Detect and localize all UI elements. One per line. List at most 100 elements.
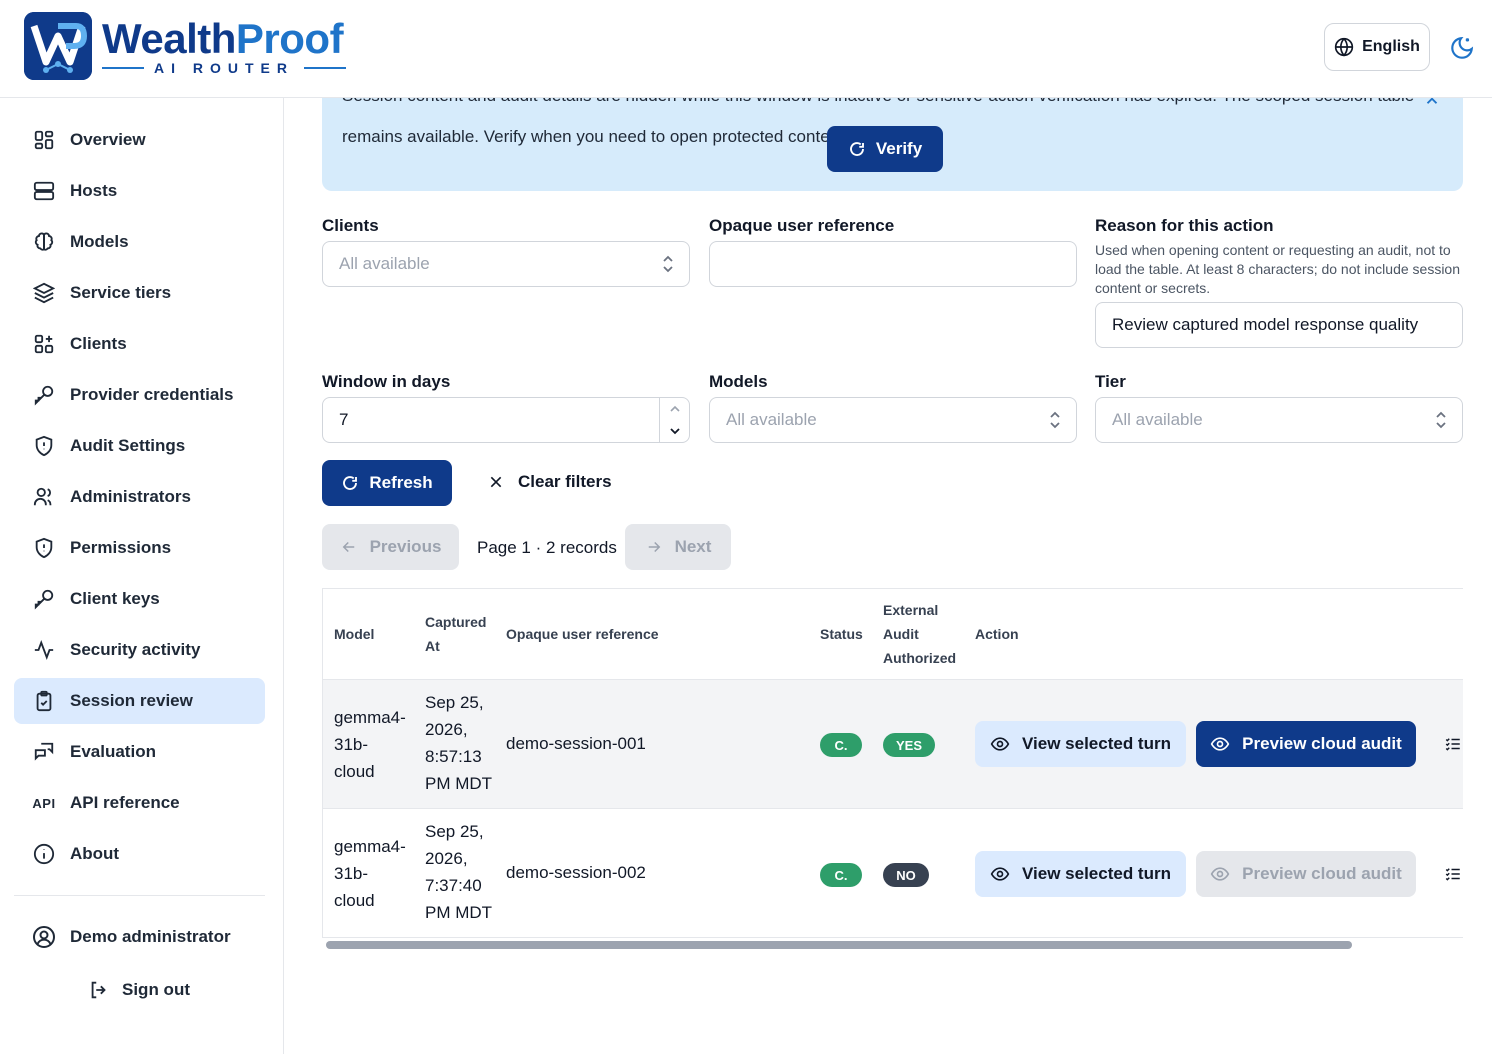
previous-button[interactable]: Previous [322,524,459,570]
list-checks-icon[interactable] [1444,735,1462,753]
sidebar-item-label: Models [70,232,129,251]
sidebar-item-label: Clients [70,334,127,353]
close-icon [490,476,502,488]
user-circle-icon [32,925,56,949]
sidebar-item-label: Hosts [70,181,118,200]
sidebar-item-label: Overview [70,130,146,149]
sidebar-item-hosts[interactable]: Hosts [14,168,265,214]
cell-model: gemma4- 31b- cloud [334,833,406,914]
view-selected-turn-button[interactable]: View selected turn [975,721,1186,767]
sidebar-item-overview[interactable]: Overview [14,117,265,163]
users-icon [32,485,56,509]
next-label: Next [674,537,712,556]
sidebar-item-label: Evaluation [70,742,156,761]
brand-name: WealthProof [102,14,344,64]
theme-toggle-button[interactable] [1446,32,1478,64]
language-button[interactable]: English [1324,23,1430,71]
eye-icon [1210,867,1230,881]
cell-captured-line: 7:37:40 [425,876,482,895]
tier-select-value: All available [1112,410,1203,429]
api-icon: API [32,795,56,811]
brand-name-part1: Wealth [102,15,236,62]
user-name: Demo administrator [70,927,231,946]
tier-select[interactable]: All available [1095,397,1463,443]
view-selected-turn-label: View selected turn [1022,734,1171,753]
cell-model-line: gemma4- [334,837,406,856]
sidebar-item-api-reference[interactable]: API API reference [14,780,265,826]
chevron-up-icon[interactable] [1423,98,1441,110]
col-header-captured-line: At [425,638,440,654]
reason-label: Reason for this action [1095,216,1274,235]
verify-button[interactable]: Verify [827,126,943,172]
brand-subtitle: AI ROUTER [102,58,346,78]
sign-out-button[interactable]: Sign out [88,975,190,1005]
shield-icon [32,536,56,560]
reason-input[interactable]: Review captured model response quality [1095,302,1463,348]
sidebar-item-client-keys[interactable]: Client keys [14,576,265,622]
eye-icon [990,867,1010,881]
cell-model-line: cloud [334,762,375,781]
table-row: gemma4- 31b- cloud Sep 25, 2026, 8:57:13… [323,679,1463,808]
banner-text-line2: remains available. Verify when you need … [342,127,849,146]
sidebar-item-label: Client keys [70,589,160,608]
sidebar-item-permissions[interactable]: Permissions [14,525,265,571]
preview-cloud-audit-button[interactable]: Preview cloud audit [1196,721,1416,767]
reason-help-line: load the table. At least 8 characters; d… [1095,261,1461,277]
page-info: Page 1 · 2 records [477,538,617,557]
cell-model: gemma4- 31b- cloud [334,704,406,785]
clients-label: Clients [322,216,379,235]
status-badge: C. [820,863,862,887]
table-horizontal-scrollbar[interactable] [326,941,1352,949]
cell-captured-line: PM MDT [425,774,493,793]
sidebar-item-session-review[interactable]: Session review [14,678,265,724]
refresh-button[interactable]: Refresh [322,460,452,506]
preview-cloud-audit-button[interactable]: Preview cloud audit [1196,851,1416,897]
verify-label: Verify [875,139,923,158]
reason-help-line: content or secrets. [1095,280,1211,296]
sidebar-divider [14,895,265,896]
shield-icon [32,434,56,458]
globe-icon [1334,37,1354,57]
brand-name-part2: Proof [235,15,344,62]
clear-filters-button[interactable]: Clear filters [488,472,612,492]
eye-icon [990,737,1010,751]
col-header-captured-line: Captured [425,614,487,630]
sidebar-item-service-tiers[interactable]: Service tiers [14,270,265,316]
list-checks-icon[interactable] [1444,865,1462,883]
col-header-opaque: Opaque user reference [506,626,659,642]
opaque-ref-input[interactable] [709,241,1077,287]
status-badge: C. [820,733,862,757]
activity-icon [32,638,56,662]
sidebar-item-audit-settings[interactable]: Audit Settings [14,423,265,469]
sidebar-item-clients[interactable]: Clients [14,321,265,367]
key-icon [32,587,56,611]
sidebar-item-models[interactable]: Models [14,219,265,265]
stepper-down-button[interactable] [660,420,690,442]
layers-icon [32,281,56,305]
reason-help-line: Used when opening content or requesting … [1095,242,1451,258]
arrow-right-icon [648,541,660,553]
tier-label: Tier [1095,372,1126,391]
brand-logo-icon [24,12,92,80]
view-selected-turn-button[interactable]: View selected turn [975,851,1186,897]
models-select-value: All available [726,410,817,429]
clients-select[interactable]: All available [322,241,690,287]
cell-captured-line: Sep 25, [425,693,484,712]
user-profile[interactable]: Demo administrator [14,914,265,960]
sidebar-item-provider-credentials[interactable]: Provider credentials [14,372,265,418]
sidebar-item-evaluation[interactable]: Evaluation [14,729,265,775]
col-header-model: Model [334,626,375,642]
sidebar-item-security-activity[interactable]: Security activity [14,627,265,673]
sidebar-item-administrators[interactable]: Administrators [14,474,265,520]
info-icon [32,842,56,866]
next-button[interactable]: Next [625,524,731,570]
table-row: gemma4- 31b- cloud Sep 25, 2026, 7:37:40… [323,808,1463,938]
models-select[interactable]: All available [709,397,1077,443]
sidebar-item-about[interactable]: About [14,831,265,877]
col-header-external-line: Audit [883,626,919,642]
window-days-input[interactable]: 7 [322,397,690,443]
clients-select-value: All available [339,254,430,273]
preview-cloud-audit-label: Preview cloud audit [1242,734,1402,753]
stepper-up-button[interactable] [660,398,690,420]
session-table: Model Captured At Opaque user reference … [322,588,1463,938]
